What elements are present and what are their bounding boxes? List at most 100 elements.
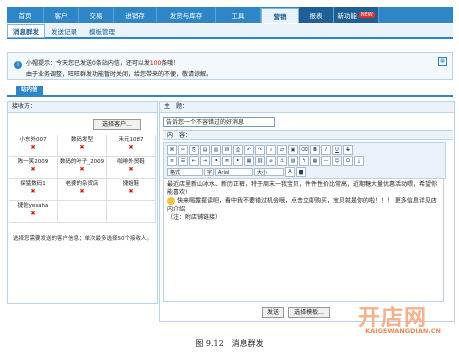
image-icon[interactable]: ▨ — [288, 155, 298, 166]
subnav-send-history[interactable]: 发送记录 — [45, 26, 83, 36]
notice-box: i 小帽提示：今天您已发送0条站内信，还可以发100条哦！ 由于业务调整，旺旺群… — [7, 52, 453, 80]
content-label: 内 容： — [163, 130, 453, 140]
receiver-item: 陈一笑2009 ✖ — [9, 157, 58, 178]
redo-icon[interactable]: ↷ — [255, 144, 265, 155]
receivers-header: 接收方： — [8, 102, 157, 113]
bg-color-icon[interactable]: ▆ — [296, 166, 306, 177]
remove-icon[interactable]: ✖ — [58, 166, 106, 173]
underline-icon[interactable]: U — [332, 144, 342, 155]
receiver-item: 老婆的杂货店 ✖ — [58, 179, 107, 200]
justify-icon[interactable]: ▦ — [244, 155, 254, 166]
receiver-item: 数码发型 ✖ — [58, 135, 107, 156]
info-icon: i — [14, 61, 22, 69]
body-line-3: （注：附店铺链接） — [167, 213, 222, 221]
tab-site-message[interactable]: 站内信 — [16, 86, 43, 95]
tab-bar: 站内信 — [7, 86, 453, 97]
align-center-icon[interactable]: ≣ — [222, 155, 232, 166]
nav-trade[interactable]: 交易 — [79, 7, 114, 23]
smiley-icon[interactable]: ☺ — [332, 155, 342, 166]
receiver-item: 咖啡外贸鞋 ✖ — [107, 157, 156, 178]
receivers-panel: 接收方： 选择客户... 小东外007 ✖ 数码发型 ✖ 禾元1087 ✖ 陈一笑20… — [7, 101, 158, 304]
receiver-list: 小东外007 ✖ 数码发型 ✖ 禾元1087 ✖ 陈一笑2009 ✖ 数码的叶子_200… — [9, 135, 156, 223]
subnav-template-management[interactable]: 模板管理 — [83, 26, 121, 36]
notice-line-2: 由于业务调整，旺旺群发功能暂时关闭，给您带来的不便，敬请谅解。 — [26, 71, 213, 78]
watermark-url: KAIGEWANGDIAN.CN — [365, 327, 441, 335]
page-break-icon[interactable]: ⤓ — [354, 155, 364, 166]
remove-format-icon[interactable]: ⌫ — [299, 144, 309, 155]
remove-icon[interactable]: ✖ — [58, 144, 106, 151]
new-badge: NEW — [358, 12, 375, 18]
remove-icon[interactable]: ✖ — [9, 144, 57, 151]
subject-input[interactable]: 告诉您一个不容错过的好消息 — [163, 117, 275, 127]
receiver-item: 捷佐yesaha ✖ — [9, 201, 58, 222]
message-editor[interactable]: 最近店里新山冰水、新历正裤，特于周末一我宝贝，件件性价比常高，近期糖大量优惠活动… — [163, 178, 444, 302]
table-icon[interactable]: ▦ — [310, 155, 320, 166]
paste-icon[interactable]: ▤ — [200, 144, 210, 155]
receiver-item: 捷姐鞋 ✖ — [107, 179, 156, 200]
replace-icon[interactable]: ⇄ — [277, 144, 287, 155]
nav-shipping[interactable]: 发货与库存 — [157, 7, 216, 23]
format-dropdown[interactable]: 格式 — [167, 167, 203, 176]
link-icon[interactable]: ⛓ — [255, 155, 265, 166]
nav-new-features-label: 新功能 — [337, 12, 357, 20]
align-left-icon[interactable]: ⯇ — [211, 155, 221, 166]
remove-icon[interactable]: ✖ — [107, 188, 155, 195]
subnav-mass-message[interactable]: 消息群发 — [7, 23, 45, 38]
strike-icon[interactable]: S — [343, 144, 353, 155]
remove-icon[interactable]: ✖ — [9, 166, 57, 173]
size-dropdown[interactable]: 大小 — [254, 167, 284, 176]
remove-icon[interactable]: ✖ — [9, 188, 57, 195]
numbered-list-icon[interactable]: ≡ — [167, 155, 177, 166]
paste-text-icon[interactable]: ▥ — [211, 144, 221, 155]
cut-icon[interactable]: ✂ — [178, 144, 188, 155]
special-char-icon[interactable]: Ω — [343, 155, 353, 166]
nav-inventory[interactable]: 进销存 — [114, 7, 157, 23]
notice-line-1: 小帽提示：今天您已发送0条站内信，还可以发100条哦！ — [26, 60, 180, 67]
nav-customers[interactable]: 客户 — [44, 7, 79, 23]
sub-nav: 消息群发 发送记录 模板管理 — [7, 23, 453, 39]
remove-icon[interactable]: ✖ — [58, 188, 106, 195]
smiley-emoji-icon — [167, 197, 175, 205]
body-line-1: 最近店里新山冰水、新历正裤，特于周末一我宝贝，件件性价比常高，近期糖大量优惠活动… — [167, 181, 438, 196]
select-template-button[interactable]: 选择模板... — [288, 307, 330, 318]
italic-icon[interactable]: I — [321, 144, 331, 155]
select-all-icon[interactable]: ▣ — [288, 144, 298, 155]
bullet-list-icon[interactable]: ☰ — [178, 155, 188, 166]
remove-icon[interactable]: ✖ — [107, 144, 155, 151]
body-line-2: 快来喝露提读吧，看中我不要错过机会哦，点击立即购买，宝贝就是你的啦！！！ 更多信… — [167, 197, 437, 213]
indent-icon[interactable]: ⇥ — [200, 155, 210, 166]
receiver-item: 小东外007 ✖ — [9, 135, 58, 156]
unlink-icon[interactable]: ⌀ — [266, 155, 276, 166]
undo-icon[interactable]: ↶ — [244, 144, 254, 155]
nav-home[interactable]: 首页 — [7, 7, 44, 23]
text-color-icon[interactable]: A — [285, 166, 295, 177]
remove-icon[interactable]: ✖ — [107, 166, 155, 173]
outdent-icon[interactable]: ⇤ — [189, 155, 199, 166]
print-icon[interactable]: ⎙ — [233, 144, 243, 155]
select-customer-button[interactable]: 选择客户... — [93, 119, 141, 130]
align-right-icon[interactable]: ⯈ — [233, 155, 243, 166]
paste-word-icon[interactable]: W — [222, 144, 232, 155]
nav-new-features[interactable]: 新功能 NEW — [334, 7, 379, 23]
receiver-note: 选择您需要发送的客户信息；单次最多选择50个接收人。 — [13, 236, 153, 242]
grid-icon[interactable]: ▦ — [438, 57, 447, 66]
figure-caption: 图 9.12 消息群发 — [195, 339, 264, 348]
remove-icon[interactable]: ✖ — [9, 210, 57, 217]
nav-marketing[interactable]: 营销 — [261, 8, 299, 23]
editor-toolbar: ⌘ ✂ ⎘ ▤ ▥ W ⎙ ↶ ↷ ⌕ ⇄ ▣ ⌫ B I U S ≡ ☰ ⇤ … — [163, 142, 446, 184]
font-dropdown[interactable]: Arial — [215, 167, 253, 176]
send-button[interactable]: 发送 — [262, 307, 284, 318]
subject-label: 主 题： — [160, 102, 454, 113]
flash-icon[interactable]: ϟ — [299, 155, 309, 166]
nav-reports[interactable]: 报表 — [299, 7, 334, 23]
anchor-icon[interactable]: ⚓ — [277, 155, 287, 166]
copy-icon[interactable]: ⎘ — [189, 144, 199, 155]
receiver-item: 探猛数码1 ✖ — [9, 179, 58, 200]
rule-icon[interactable]: — — [321, 155, 331, 166]
font-label: 字体 — [204, 167, 214, 184]
find-icon[interactable]: ⌕ — [266, 144, 276, 155]
source-icon[interactable]: ⌘ — [167, 144, 177, 155]
nav-tools[interactable]: 工具 — [216, 7, 261, 23]
bold-icon[interactable]: B — [310, 144, 320, 155]
receiver-item: 禾元1087 ✖ — [107, 135, 156, 156]
